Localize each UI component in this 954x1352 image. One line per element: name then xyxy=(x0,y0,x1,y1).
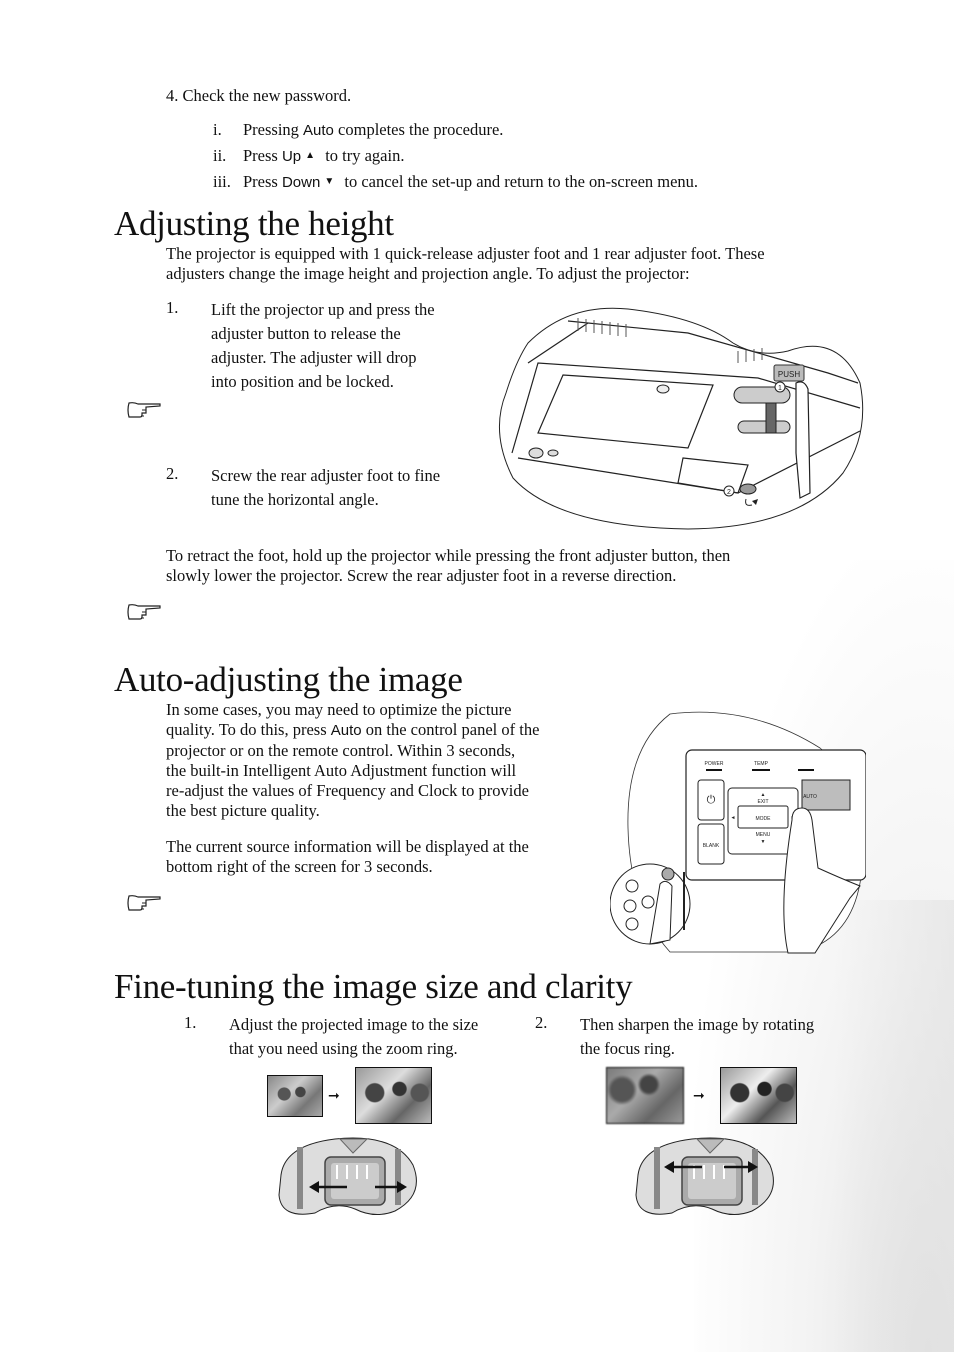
note-pointing-hand-icon xyxy=(127,604,161,620)
exit-button-label: EXIT xyxy=(757,799,768,805)
section-title-auto-adjusting: Auto-adjusting the image xyxy=(114,660,463,699)
auto-paragraph-2-line-2: bottom right of the screen for 3 seconds… xyxy=(166,857,433,876)
focus-arrow-icon: ➞ xyxy=(693,1088,705,1104)
callout-2: 2 xyxy=(727,489,731,496)
paragraph-line: re-adjust the values of Frequency and Cl… xyxy=(166,781,529,800)
auto-key-label: Auto xyxy=(330,722,362,739)
focus-after-image xyxy=(720,1067,797,1124)
blank-button-label: BLANK xyxy=(703,843,720,849)
note-pointing-hand-icon xyxy=(127,402,161,418)
auto-button-label: AUTO xyxy=(803,794,817,800)
zoom-ring-illustration xyxy=(278,1137,417,1215)
background-water-texture-edge xyxy=(834,900,954,1352)
step-line: Screw the rear adjuster foot to fine xyxy=(211,466,441,485)
step-line: Then sharpen the image by rotating xyxy=(580,1015,815,1034)
up-arrow-label: ▲ xyxy=(761,792,766,798)
callout-1: 1 xyxy=(778,385,782,392)
step-line: that you need using the zoom ring. xyxy=(229,1039,458,1058)
zoom-after-image xyxy=(355,1067,432,1124)
zoom-arrow-icon: ➞ xyxy=(328,1088,340,1104)
height-intro-line-1: The projector is equipped with 1 quick-r… xyxy=(166,244,765,263)
substep-marker: ii. xyxy=(213,146,227,165)
temp-indicator-label: TEMP xyxy=(754,761,769,767)
finger-icon xyxy=(795,381,811,499)
paragraph-line: quality. To do this, press Auto on the c… xyxy=(166,720,540,739)
password-step-4: 4. Check the new password. xyxy=(166,86,352,105)
password-substep-2: ii. Press Up ▲ to try again. xyxy=(213,146,405,165)
paragraph-line: In some cases, you may need to optimize … xyxy=(166,700,512,719)
substep-marker: i. xyxy=(213,120,222,139)
control-panel-auto-illustration: POWER TEMP ⏻ BLANK MODE ▲ EXIT MENU ▼ ◄ … xyxy=(610,711,866,954)
push-label: PUSH xyxy=(778,370,800,379)
step-line: adjuster button to release the xyxy=(211,324,401,343)
step-number: 1. xyxy=(166,298,179,317)
focus-before-image xyxy=(606,1067,684,1124)
step-line: Adjust the projected image to the size xyxy=(229,1015,479,1034)
paragraph-line: the built-in Intelligent Auto Adjustment… xyxy=(166,761,517,780)
section-title-fine-tuning: Fine-tuning the image size and clarity xyxy=(114,967,633,1006)
password-substep-1: i. Pressing Auto completes the procedure. xyxy=(213,120,504,139)
auto-paragraph-1: In some cases, you may need to optimize … xyxy=(166,700,606,821)
section-title-adjusting-height: Adjusting the height xyxy=(114,204,394,243)
step-line: tune the horizontal angle. xyxy=(211,490,379,509)
height-intro-line-2: adjusters change the image height and pr… xyxy=(166,264,690,283)
note-pointing-hand-icon xyxy=(127,895,161,911)
step-line: into position and be locked. xyxy=(211,372,394,391)
step-line: Lift the projector up and press the xyxy=(211,300,435,319)
up-triangle-icon: ▲ xyxy=(305,150,316,161)
paragraph-line: projector or on the remote control. With… xyxy=(166,741,516,760)
background-water-texture xyxy=(694,560,954,1352)
focus-ring-illustration xyxy=(635,1137,774,1215)
step-number: 2. xyxy=(535,1013,548,1032)
substep-marker: iii. xyxy=(213,172,231,191)
retract-line-1: To retract the foot, hold up the project… xyxy=(166,546,731,565)
auto-paragraph-2-line-1: The current source information will be d… xyxy=(166,837,529,856)
up-key-label: Up xyxy=(281,148,302,165)
retract-line-2: slowly lower the projector. Screw the re… xyxy=(166,566,677,585)
down-triangle-icon: ▼ xyxy=(324,176,335,187)
auto-key-label: Auto xyxy=(303,122,334,139)
step-line: adjuster. The adjuster will drop xyxy=(211,348,417,367)
power-indicator-label: POWER xyxy=(705,761,724,767)
step-line: the focus ring. xyxy=(580,1039,675,1058)
projector-adjuster-foot-illustration: PUSH 1 2 xyxy=(498,307,864,530)
power-button-icon: ⏻ xyxy=(707,794,716,806)
step-number: 2. xyxy=(166,464,179,483)
left-arrow-label: ◄ xyxy=(731,815,736,821)
menu-button-label: MENU xyxy=(756,832,771,838)
step-number: 1. xyxy=(184,1013,197,1032)
down-key-label: Down xyxy=(281,174,321,191)
password-substep-3: iii. Press Down ▼ to cancel the set-up and… xyxy=(213,172,699,191)
down-arrow-label: ▼ xyxy=(761,839,766,845)
zoom-before-image xyxy=(267,1075,323,1117)
mode-button-label: MODE xyxy=(756,816,772,822)
paragraph-line: the best picture quality. xyxy=(166,801,320,820)
